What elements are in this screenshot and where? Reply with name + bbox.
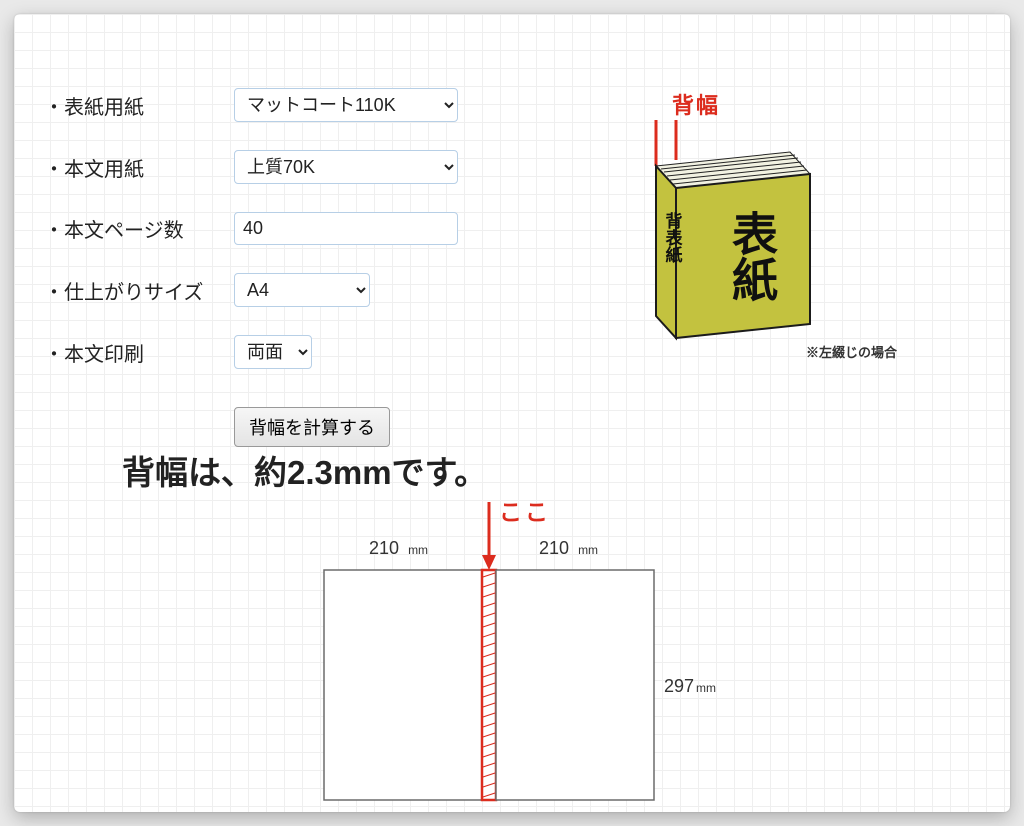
label-body-paper: ・本文用紙 bbox=[44, 153, 234, 182]
label-finished-size: ・仕上がりサイズ bbox=[44, 276, 234, 305]
row-cover-paper: ・表紙用紙 マットコート110K bbox=[44, 88, 584, 122]
spine-pointer-arrowhead bbox=[482, 555, 496, 570]
cover-height-value: 297mm bbox=[664, 676, 716, 696]
book-3d-illustration: 背幅 bbox=[642, 90, 912, 370]
back-cover-rect bbox=[324, 570, 482, 800]
spine-pointer-label: ここ bbox=[499, 500, 551, 525]
cover-spread-illustration: ここ 210 mm 210 mm bbox=[314, 500, 734, 812]
label-cover-paper: ・表紙用紙 bbox=[44, 91, 234, 120]
calculate-spine-button[interactable]: 背幅を計算する bbox=[234, 407, 390, 447]
front-cover-rect bbox=[496, 570, 654, 800]
spine-width-title: 背幅 bbox=[672, 88, 720, 120]
book-3d-svg: 表紙 背表紙 bbox=[642, 90, 912, 370]
back-cover-width-value: 210 mm bbox=[369, 538, 428, 558]
cover-spread-svg: ここ 210 mm 210 mm bbox=[314, 500, 734, 812]
row-pages: ・本文ページ数 bbox=[44, 212, 584, 245]
row-finished-size: ・仕上がりサイズ A4 bbox=[44, 273, 584, 307]
input-page-count[interactable] bbox=[234, 212, 458, 245]
row-body-paper: ・本文用紙 上質70K bbox=[44, 150, 584, 184]
select-cover-paper[interactable]: マットコート110K bbox=[234, 88, 458, 122]
select-body-paper[interactable]: 上質70K bbox=[234, 150, 458, 184]
result-spine-width: 背幅は、約2.3mmです。 bbox=[122, 446, 487, 494]
select-finished-size[interactable]: A4 bbox=[234, 273, 370, 307]
row-duplex: ・本文印刷 両面 bbox=[44, 335, 584, 369]
spine-cover-label: 背表紙 bbox=[663, 211, 683, 264]
front-cover-width-value: 210 mm bbox=[539, 538, 598, 558]
label-duplex: ・本文印刷 bbox=[44, 338, 234, 367]
select-duplex[interactable]: 両面 bbox=[234, 335, 312, 369]
spine-calc-form: ・表紙用紙 マットコート110K ・本文用紙 上質70K ・本文ページ数 ・仕上… bbox=[44, 88, 584, 447]
front-cover-label: 表紙 bbox=[726, 210, 778, 302]
main-panel: ・表紙用紙 マットコート110K ・本文用紙 上質70K ・本文ページ数 ・仕上… bbox=[14, 14, 1010, 812]
binding-caption: ※左綴じの場合 bbox=[806, 342, 897, 361]
label-pages: ・本文ページ数 bbox=[44, 214, 234, 243]
